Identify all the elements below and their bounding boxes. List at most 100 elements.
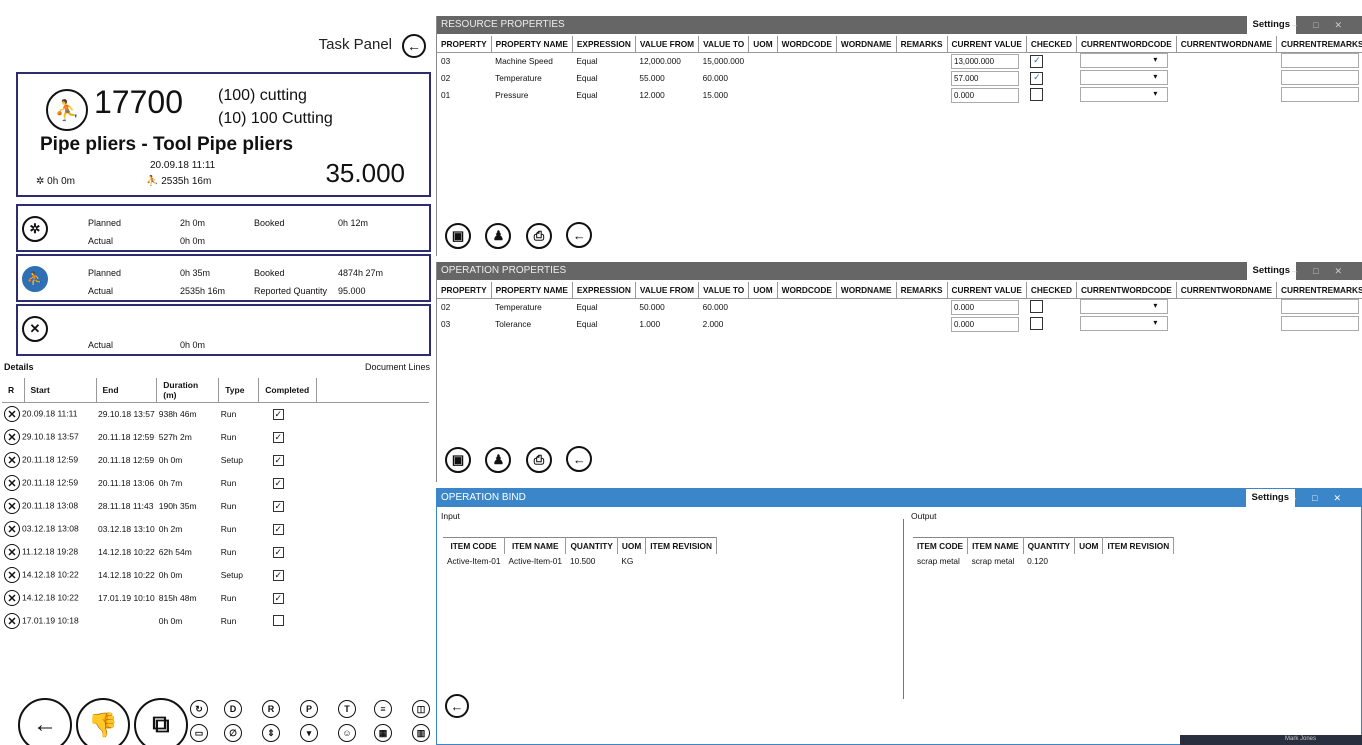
checked-checkbox[interactable]: ✓ xyxy=(1030,54,1044,68)
table-row[interactable]: ✕ 29.10.18 13:57 20.11.18 12:59 527h 2m Run ✓ xyxy=(2,426,429,449)
window-controls[interactable]: –□✕ xyxy=(1292,262,1358,280)
settings-button[interactable]: Settings xyxy=(1246,16,1296,34)
worker-icon[interactable]: ⛹ xyxy=(22,266,48,292)
print-icon[interactable]: ⎙ xyxy=(525,446,552,473)
document-icon[interactable]: ▭ xyxy=(190,724,208,742)
back-arrow-icon[interactable]: ← xyxy=(445,694,469,718)
back-arrow-icon[interactable]: ← xyxy=(402,34,426,58)
close-icon[interactable]: ✕ xyxy=(4,521,20,537)
start-value: 14.12.18 10:22 xyxy=(22,569,79,580)
table-row[interactable]: Active-Item-01 Active-Item-01 10.500 KG xyxy=(443,554,717,568)
completed-checkbox[interactable] xyxy=(272,614,284,626)
filter-icon[interactable]: ▾ xyxy=(300,724,318,742)
table-row[interactable]: ✕ 03.12.18 13:08 03.12.18 13:10 0h 2m Run ✓ xyxy=(2,518,429,541)
remarks-input[interactable] xyxy=(1280,52,1359,68)
close-icon[interactable]: ✕ xyxy=(4,452,20,468)
table-row[interactable]: ✕ 14.12.18 10:22 14.12.18 10:22 0h 0m Setup ✓ xyxy=(2,564,429,587)
wordcode-dropdown[interactable] xyxy=(1080,52,1169,68)
checked-checkbox[interactable] xyxy=(1030,87,1044,101)
current-value-input[interactable]: 13,000.000 xyxy=(951,53,1020,69)
close-icon[interactable]: ✕ xyxy=(4,544,20,560)
close-icon[interactable]: ✕ xyxy=(4,429,20,445)
close-icon[interactable]: ✕ xyxy=(4,567,20,583)
refresh-icon[interactable]: ↻ xyxy=(190,700,208,718)
remarks-input[interactable] xyxy=(1280,298,1359,314)
checked-checkbox[interactable] xyxy=(1030,316,1044,330)
current-value-input[interactable]: 57.000 xyxy=(951,70,1020,86)
completed-checkbox[interactable]: ✓ xyxy=(272,477,284,489)
doc-d-icon[interactable]: D xyxy=(224,700,242,718)
close-icon[interactable]: ✕ xyxy=(4,613,20,629)
attach-icon[interactable]: ∅ xyxy=(224,724,242,742)
table-row[interactable]: ✕ 20.09.18 11:11 29.10.18 13:57 938h 46m Run… xyxy=(2,403,429,426)
user-settings-icon[interactable]: ♟ xyxy=(485,222,512,249)
document-lines-link[interactable]: Document Lines xyxy=(365,362,430,372)
wordcode-dropdown[interactable] xyxy=(1080,315,1169,331)
completed-checkbox[interactable]: ✓ xyxy=(272,454,284,466)
completed-checkbox[interactable]: ✓ xyxy=(272,523,284,535)
thumbs-down-icon[interactable]: 👎 xyxy=(76,698,130,745)
doc-r-icon[interactable]: R xyxy=(262,700,280,718)
team-icon[interactable]: ☺ xyxy=(338,724,356,742)
table-row[interactable]: 03 Tolerance Equal 1.000 2.000 0.000 xyxy=(437,315,1362,333)
item-qty: 0.120 xyxy=(1027,555,1048,566)
completed-checkbox[interactable]: ✓ xyxy=(272,431,284,443)
doc-t-icon[interactable]: T xyxy=(338,700,356,718)
settings-button[interactable]: Settings xyxy=(1246,262,1296,280)
completed-checkbox[interactable]: ✓ xyxy=(272,592,284,604)
tools-icon[interactable]: ✕ xyxy=(22,316,48,342)
list-icon[interactable]: ≡ xyxy=(374,700,392,718)
table-row[interactable]: ✕ 14.12.18 10:22 17.01.19 10:10 815h 48m Run… xyxy=(2,587,429,610)
completed-checkbox[interactable]: ✓ xyxy=(272,500,284,512)
window-controls[interactable]: –□✕ xyxy=(1291,489,1357,507)
user-settings-icon[interactable]: ♟ xyxy=(485,446,512,473)
remarks-input[interactable] xyxy=(1280,315,1359,331)
table-row[interactable]: scrap metal scrap metal 0.120 xyxy=(913,554,1174,568)
table-row[interactable]: ✕ 20.11.18 12:59 20.11.18 13:06 0h 7m Run ✓ xyxy=(2,472,429,495)
run-summary-row[interactable]: ⛹ Planned 0h 35m Booked 4874h 27m Actual… xyxy=(16,254,431,302)
window-controls[interactable]: –□✕ xyxy=(1292,16,1358,34)
gear-icon[interactable]: ✲ xyxy=(22,216,48,242)
close-icon[interactable]: ✕ xyxy=(4,498,20,514)
close-icon[interactable]: ✕ xyxy=(4,590,20,606)
back-arrow-icon[interactable]: ← xyxy=(18,698,72,745)
checked-checkbox[interactable] xyxy=(1030,299,1044,313)
completed-checkbox[interactable]: ✓ xyxy=(272,408,284,420)
bind-output-section: Output ITEM CODE ITEM NAME QUANTITY UOM ITEM… xyxy=(907,511,1357,568)
settings-button[interactable]: Settings xyxy=(1245,489,1295,507)
table-row[interactable]: 03 Machine Speed Equal 12,000.000 15,000.000… xyxy=(437,52,1362,70)
table-row[interactable]: ✕ 20.11.18 13:08 28.11.18 11:43 190h 35m Run… xyxy=(2,495,429,518)
tools-summary-row[interactable]: ✕ Actual 0h 0m xyxy=(16,304,431,356)
current-value-input[interactable]: 0.000 xyxy=(951,87,1020,103)
table-row[interactable]: 02 Temperature Equal 50.000 60.000 0.000 xyxy=(437,298,1362,316)
book-icon[interactable]: ◫ xyxy=(412,700,430,718)
close-icon[interactable]: ✕ xyxy=(4,406,20,423)
current-value-input[interactable]: 0.000 xyxy=(951,316,1020,332)
table-row[interactable]: ✕ 17.01.19 10:18 0h 0m Run xyxy=(2,610,429,633)
checked-checkbox[interactable]: ✓ xyxy=(1030,71,1044,85)
up-down-icon[interactable]: ⇕ xyxy=(262,724,280,742)
close-icon[interactable]: ✕ xyxy=(4,475,20,491)
save-icon[interactable]: ▣ xyxy=(445,446,471,473)
completed-checkbox[interactable]: ✓ xyxy=(272,546,284,558)
doc-p-icon[interactable]: P xyxy=(300,700,318,718)
remarks-input[interactable] xyxy=(1280,69,1359,85)
setup-summary-row[interactable]: ✲ Planned 2h 0m Booked 0h 12m Actual 0h … xyxy=(16,204,431,252)
table-row[interactable]: 02 Temperature Equal 55.000 60.000 57.000 ✓ xyxy=(437,69,1362,87)
table-row[interactable]: ✕ 20.11.18 12:59 20.11.18 12:59 0h 0m Setup ✓ xyxy=(2,449,429,472)
wordcode-dropdown[interactable] xyxy=(1080,86,1169,102)
wordcode-dropdown[interactable] xyxy=(1080,69,1169,85)
calendar-icon[interactable]: ▦ xyxy=(374,724,392,742)
table-row[interactable]: ✕ 11.12.18 19:28 14.12.18 10:22 62h 54m Run ✓ xyxy=(2,541,429,564)
back-arrow-icon[interactable]: ← xyxy=(566,446,593,472)
print-icon[interactable]: ⎙ xyxy=(525,222,552,249)
add-copy-icon[interactable]: ⧉ xyxy=(134,698,188,745)
current-value-input[interactable]: 0.000 xyxy=(951,299,1020,315)
remarks-input[interactable] xyxy=(1280,86,1359,102)
back-arrow-icon[interactable]: ← xyxy=(566,222,593,248)
save-icon[interactable]: ▣ xyxy=(445,222,471,249)
table-row[interactable]: 01 Pressure Equal 12.000 15.000 0.000 xyxy=(437,86,1362,104)
completed-checkbox[interactable]: ✓ xyxy=(272,569,284,581)
wordcode-dropdown[interactable] xyxy=(1080,298,1169,314)
book-open-icon[interactable]: ▥ xyxy=(412,724,430,742)
